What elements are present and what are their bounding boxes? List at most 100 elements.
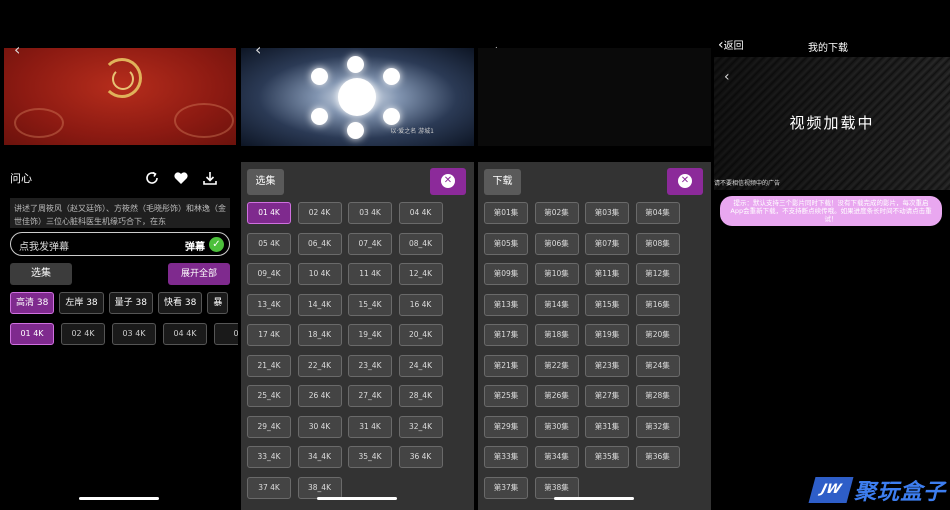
episode-cell[interactable]: 13_4K — [247, 293, 291, 316]
download-episode-cell[interactable]: 第01集 — [484, 202, 528, 224]
download-episode-cell[interactable]: 第22集 — [534, 354, 579, 377]
episode-cell[interactable]: 07_4K — [348, 232, 392, 255]
episode-cell[interactable]: 03 4K — [348, 202, 392, 224]
download-episode-cell[interactable]: 第37集 — [484, 476, 528, 499]
episode-cell[interactable]: 12_4K — [398, 263, 443, 285]
tab-select-episode[interactable]: 选集 — [247, 169, 284, 195]
download-episode-cell[interactable]: 第02集 — [534, 202, 579, 224]
episode-cell[interactable]: 09_4K — [247, 263, 291, 285]
episode-cell[interactable]: 02 4K — [297, 202, 342, 224]
episode-cell[interactable]: 26 4K — [297, 385, 342, 407]
episode-cell[interactable]: 37 4K — [247, 476, 291, 499]
download-episode-cell[interactable]: 第28集 — [635, 385, 680, 407]
episode-cell[interactable]: 14_4K — [297, 293, 342, 316]
episode-cell[interactable]: 15_4K — [348, 293, 392, 316]
episode-cell[interactable]: 29_4K — [247, 415, 291, 438]
download-episode-cell[interactable]: 第21集 — [484, 354, 528, 377]
episode-cell[interactable]: 06_4K — [297, 232, 342, 255]
download-episode-cell[interactable]: 第07集 — [585, 232, 629, 255]
share-icon[interactable] — [144, 170, 160, 186]
episode-cell[interactable]: 17 4K — [247, 324, 291, 346]
download-episode-cell[interactable]: 第04集 — [635, 202, 680, 224]
episode-cell[interactable]: 32_4K — [398, 415, 443, 438]
source-chip[interactable]: 高清 38 — [10, 292, 55, 314]
download-episode-cell[interactable]: 第06集 — [534, 232, 579, 255]
download-episode-cell[interactable]: 第32集 — [635, 415, 680, 438]
select-episode-button[interactable]: 选集 — [10, 263, 72, 285]
source-chip[interactable]: 暴 — [207, 292, 229, 314]
download-episode-cell[interactable]: 第16集 — [635, 293, 680, 316]
episode-cell[interactable]: 28_4K — [398, 385, 443, 407]
download-episode-cell[interactable]: 第08集 — [635, 232, 680, 255]
danmu-input[interactable]: 点我发弹幕 弹幕 ✓ — [10, 232, 230, 256]
chevron-left-icon[interactable]: ‹ — [255, 40, 261, 59]
chevron-left-icon[interactable]: ‹ — [14, 40, 20, 59]
video-player[interactable] — [478, 48, 711, 146]
download-episode-cell[interactable]: 第26集 — [534, 385, 579, 407]
download-episode-cell[interactable]: 第19集 — [585, 324, 629, 346]
download-episode-cell[interactable]: 第25集 — [484, 385, 528, 407]
download-episode-cell[interactable]: 第05集 — [484, 232, 528, 255]
episode-cell[interactable]: 35_4K — [348, 446, 392, 468]
episode-cell[interactable]: 19_4K — [348, 324, 392, 346]
download-episode-cell[interactable]: 第12集 — [635, 263, 680, 285]
episode-cell[interactable]: 18_4K — [297, 324, 342, 346]
episode-cell[interactable]: 10 4K — [297, 263, 342, 285]
episode-cell[interactable]: 38_4K — [297, 476, 342, 499]
episode-cell[interactable]: 27_4K — [348, 385, 392, 407]
download-episode-cell[interactable]: 第38集 — [534, 476, 579, 499]
download-episode-cell[interactable]: 第34集 — [534, 446, 579, 468]
expand-all-button[interactable]: 展开全部 — [168, 263, 230, 285]
episode-cell[interactable]: 16 4K — [398, 293, 443, 316]
download-episode-cell[interactable]: 第11集 — [585, 263, 629, 285]
download-episode-cell[interactable]: 第20集 — [635, 324, 680, 346]
episode-cell[interactable]: 08_4K — [398, 232, 443, 255]
download-episode-cell[interactable]: 第14集 — [534, 293, 579, 316]
episode-chip[interactable]: 0 — [214, 323, 238, 345]
episode-chip[interactable]: 03 4K — [112, 323, 156, 345]
episode-cell[interactable]: 11 4K — [348, 263, 392, 285]
download-episode-cell[interactable]: 第10集 — [534, 263, 579, 285]
source-chip[interactable]: 左岸 38 — [59, 292, 104, 314]
download-icon[interactable] — [202, 170, 218, 186]
heart-icon[interactable] — [173, 170, 189, 186]
download-episode-cell[interactable]: 第13集 — [484, 293, 528, 316]
source-chip[interactable]: 快看 38 — [157, 292, 203, 314]
download-episode-cell[interactable]: 第23集 — [585, 354, 629, 377]
download-episode-cell[interactable]: 第17集 — [484, 324, 528, 346]
episode-cell[interactable]: 04 4K — [398, 202, 443, 224]
episode-cell[interactable]: 05 4K — [247, 232, 291, 255]
video-player[interactable]: ‹ 视频加载中 请不要相信视频中的广告 — [714, 57, 950, 190]
download-episode-cell[interactable]: 第03集 — [585, 202, 629, 224]
episode-cell[interactable]: 20_4K — [398, 324, 443, 346]
episode-cell[interactable]: 36 4K — [398, 446, 443, 468]
episode-chip[interactable]: 01 4K — [10, 323, 54, 345]
episode-cell[interactable]: 30 4K — [297, 415, 342, 438]
check-icon[interactable]: ✓ — [209, 237, 224, 252]
episode-cell[interactable]: 24_4K — [398, 354, 443, 377]
episode-cell[interactable]: 23_4K — [348, 354, 392, 377]
download-episode-cell[interactable]: 第30集 — [534, 415, 579, 438]
episode-chip[interactable]: 04 4K — [163, 323, 207, 345]
download-episode-cell[interactable]: 第29集 — [484, 415, 528, 438]
episode-cell[interactable]: 25_4K — [247, 385, 291, 407]
download-episode-cell[interactable]: 第09集 — [484, 263, 528, 285]
download-episode-cell[interactable]: 第24集 — [635, 354, 680, 377]
close-button[interactable]: ✕ — [667, 168, 703, 195]
episode-chip[interactable]: 02 4K — [61, 323, 105, 345]
episode-cell[interactable]: 34_4K — [297, 446, 342, 468]
download-episode-cell[interactable]: 第15集 — [585, 293, 629, 316]
tab-download[interactable]: 下载 — [484, 169, 521, 195]
source-chip[interactable]: 量子 38 — [108, 292, 153, 314]
episode-cell[interactable]: 01 4K — [247, 202, 291, 224]
episode-cell[interactable]: 31 4K — [348, 415, 392, 438]
download-episode-cell[interactable]: 第33集 — [484, 446, 528, 468]
download-episode-cell[interactable]: 第35集 — [585, 446, 629, 468]
chevron-left-icon[interactable]: ‹ — [724, 69, 730, 85]
download-episode-cell[interactable]: 第27集 — [585, 385, 629, 407]
back-button[interactable]: ‹返回 — [718, 37, 744, 53]
download-episode-cell[interactable]: 第31集 — [585, 415, 629, 438]
episode-cell[interactable]: 21_4K — [247, 354, 291, 377]
close-button[interactable]: ✕ — [430, 168, 466, 195]
video-player[interactable] — [4, 48, 236, 145]
